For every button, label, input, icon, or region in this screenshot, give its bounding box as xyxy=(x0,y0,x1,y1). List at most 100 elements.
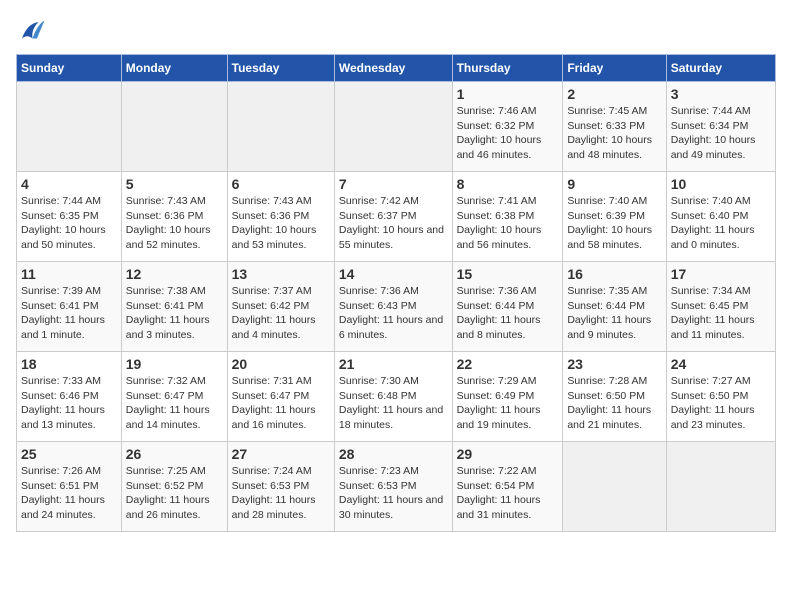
day-number: 24 xyxy=(671,356,771,372)
day-number: 11 xyxy=(21,266,117,282)
calendar-cell: 20 Sunrise: 7:31 AMSunset: 6:47 PMDayligh… xyxy=(227,352,334,442)
day-info: Sunrise: 7:22 AMSunset: 6:54 PMDaylight:… xyxy=(457,464,559,523)
calendar-cell: 14Sunrise: 7:36 AMSunset: 6:43 PMDayligh… xyxy=(334,262,452,352)
weekday-header-row: SundayMondayTuesdayWednesdayThursdayFrid… xyxy=(17,55,776,82)
calendar-cell xyxy=(121,82,227,172)
calendar-cell: 21 Sunrise: 7:30 AMSunset: 6:48 PMDayligh… xyxy=(334,352,452,442)
calendar-cell xyxy=(334,82,452,172)
calendar-header: SundayMondayTuesdayWednesdayThursdayFrid… xyxy=(17,55,776,82)
weekday-sunday: Sunday xyxy=(17,55,122,82)
calendar-cell: 16Sunrise: 7:35 AMSunset: 6:44 PMDayligh… xyxy=(563,262,666,352)
day-info: Sunrise: 7:40 AMSunset: 6:39 PMDaylight:… xyxy=(567,194,661,253)
weekday-tuesday: Tuesday xyxy=(227,55,334,82)
calendar-week-4: 25 Sunrise: 7:26 AMSunset: 6:51 PMDayligh… xyxy=(17,442,776,532)
calendar-cell: 9 Sunrise: 7:40 AMSunset: 6:39 PMDaylight… xyxy=(563,172,666,262)
calendar-cell: 8 Sunrise: 7:41 AMSunset: 6:38 PMDaylight… xyxy=(452,172,563,262)
day-number: 2 xyxy=(567,86,661,102)
day-info: Sunrise: 7:28 AMSunset: 6:50 PMDaylight:… xyxy=(567,374,661,433)
day-info: Sunrise: 7:26 AMSunset: 6:51 PMDaylight:… xyxy=(21,464,117,523)
day-number: 19 xyxy=(126,356,223,372)
day-number: 13 xyxy=(232,266,330,282)
calendar-cell: 28 Sunrise: 7:23 AMSunset: 6:53 PMDayligh… xyxy=(334,442,452,532)
day-info: Sunrise: 7:45 AMSunset: 6:33 PMDaylight:… xyxy=(567,104,661,163)
day-info: Sunrise: 7:43 AMSunset: 6:36 PMDaylight:… xyxy=(126,194,223,253)
calendar-cell: 4 Sunrise: 7:44 AMSunset: 6:35 PMDaylight… xyxy=(17,172,122,262)
weekday-friday: Friday xyxy=(563,55,666,82)
day-info: Sunrise: 7:27 AMSunset: 6:50 PMDaylight:… xyxy=(671,374,771,433)
calendar-cell: 24 Sunrise: 7:27 AMSunset: 6:50 PMDayligh… xyxy=(666,352,775,442)
day-number: 18 xyxy=(21,356,117,372)
day-number: 9 xyxy=(567,176,661,192)
calendar-cell: 11 Sunrise: 7:39 AMSunset: 6:41 PMDayligh… xyxy=(17,262,122,352)
day-info: Sunrise: 7:34 AMSunset: 6:45 PMDaylight:… xyxy=(671,284,771,343)
calendar-cell xyxy=(666,442,775,532)
day-info: Sunrise: 7:37 AMSunset: 6:42 PMDaylight:… xyxy=(232,284,330,343)
day-number: 7 xyxy=(339,176,448,192)
day-info: Sunrise: 7:44 AMSunset: 6:35 PMDaylight:… xyxy=(21,194,117,253)
day-number: 29 xyxy=(457,446,559,462)
calendar-cell xyxy=(227,82,334,172)
logo-icon xyxy=(16,16,46,46)
calendar-cell: 18 Sunrise: 7:33 AMSunset: 6:46 PMDayligh… xyxy=(17,352,122,442)
day-info: Sunrise: 7:36 AMSunset: 6:44 PMDaylight:… xyxy=(457,284,559,343)
weekday-wednesday: Wednesday xyxy=(334,55,452,82)
weekday-saturday: Saturday xyxy=(666,55,775,82)
calendar-table: SundayMondayTuesdayWednesdayThursdayFrid… xyxy=(16,54,776,532)
day-info: Sunrise: 7:38 AMSunset: 6:41 PMDaylight:… xyxy=(126,284,223,343)
calendar-cell: 25 Sunrise: 7:26 AMSunset: 6:51 PMDayligh… xyxy=(17,442,122,532)
day-info: Sunrise: 7:43 AMSunset: 6:36 PMDaylight:… xyxy=(232,194,330,253)
day-number: 20 xyxy=(232,356,330,372)
day-info: Sunrise: 7:39 AMSunset: 6:41 PMDaylight:… xyxy=(21,284,117,343)
calendar-cell: 3 Sunrise: 7:44 AMSunset: 6:34 PMDaylight… xyxy=(666,82,775,172)
calendar-cell: 23 Sunrise: 7:28 AMSunset: 6:50 PMDayligh… xyxy=(563,352,666,442)
day-info: Sunrise: 7:25 AMSunset: 6:52 PMDaylight:… xyxy=(126,464,223,523)
day-number: 10 xyxy=(671,176,771,192)
day-number: 26 xyxy=(126,446,223,462)
day-number: 6 xyxy=(232,176,330,192)
day-number: 12 xyxy=(126,266,223,282)
day-number: 5 xyxy=(126,176,223,192)
calendar-cell: 7Sunrise: 7:42 AMSunset: 6:37 PMDaylight… xyxy=(334,172,452,262)
day-number: 28 xyxy=(339,446,448,462)
day-info: Sunrise: 7:46 AMSunset: 6:32 PMDaylight:… xyxy=(457,104,559,163)
calendar-cell: 19 Sunrise: 7:32 AMSunset: 6:47 PMDayligh… xyxy=(121,352,227,442)
day-number: 1 xyxy=(457,86,559,102)
page-header xyxy=(16,16,776,46)
calendar-cell: 27 Sunrise: 7:24 AMSunset: 6:53 PMDayligh… xyxy=(227,442,334,532)
day-info: Sunrise: 7:33 AMSunset: 6:46 PMDaylight:… xyxy=(21,374,117,433)
day-number: 22 xyxy=(457,356,559,372)
day-number: 23 xyxy=(567,356,661,372)
day-info: Sunrise: 7:36 AMSunset: 6:43 PMDaylight:… xyxy=(339,284,448,343)
calendar-cell: 22 Sunrise: 7:29 AMSunset: 6:49 PMDayligh… xyxy=(452,352,563,442)
calendar-cell: 15 Sunrise: 7:36 AMSunset: 6:44 PMDayligh… xyxy=(452,262,563,352)
calendar-cell: 17 Sunrise: 7:34 AMSunset: 6:45 PMDayligh… xyxy=(666,262,775,352)
day-number: 8 xyxy=(457,176,559,192)
day-info: Sunrise: 7:29 AMSunset: 6:49 PMDaylight:… xyxy=(457,374,559,433)
day-number: 15 xyxy=(457,266,559,282)
calendar-cell xyxy=(563,442,666,532)
day-number: 16 xyxy=(567,266,661,282)
day-number: 25 xyxy=(21,446,117,462)
day-number: 17 xyxy=(671,266,771,282)
calendar-cell: 29 Sunrise: 7:22 AMSunset: 6:54 PMDayligh… xyxy=(452,442,563,532)
calendar-cell: 10Sunrise: 7:40 AMSunset: 6:40 PMDayligh… xyxy=(666,172,775,262)
weekday-monday: Monday xyxy=(121,55,227,82)
day-info: Sunrise: 7:31 AMSunset: 6:47 PMDaylight:… xyxy=(232,374,330,433)
calendar-cell: 2 Sunrise: 7:45 AMSunset: 6:33 PMDaylight… xyxy=(563,82,666,172)
day-info: Sunrise: 7:24 AMSunset: 6:53 PMDaylight:… xyxy=(232,464,330,523)
day-number: 21 xyxy=(339,356,448,372)
day-info: Sunrise: 7:41 AMSunset: 6:38 PMDaylight:… xyxy=(457,194,559,253)
day-number: 27 xyxy=(232,446,330,462)
day-info: Sunrise: 7:32 AMSunset: 6:47 PMDaylight:… xyxy=(126,374,223,433)
day-info: Sunrise: 7:44 AMSunset: 6:34 PMDaylight:… xyxy=(671,104,771,163)
calendar-week-2: 11 Sunrise: 7:39 AMSunset: 6:41 PMDayligh… xyxy=(17,262,776,352)
day-number: 3 xyxy=(671,86,771,102)
calendar-cell: 13 Sunrise: 7:37 AMSunset: 6:42 PMDayligh… xyxy=(227,262,334,352)
day-number: 4 xyxy=(21,176,117,192)
calendar-week-0: 1 Sunrise: 7:46 AMSunset: 6:32 PMDaylight… xyxy=(17,82,776,172)
calendar-week-3: 18 Sunrise: 7:33 AMSunset: 6:46 PMDayligh… xyxy=(17,352,776,442)
calendar-cell: 6 Sunrise: 7:43 AMSunset: 6:36 PMDaylight… xyxy=(227,172,334,262)
day-info: Sunrise: 7:23 AMSunset: 6:53 PMDaylight:… xyxy=(339,464,448,523)
calendar-cell: 26 Sunrise: 7:25 AMSunset: 6:52 PMDayligh… xyxy=(121,442,227,532)
day-info: Sunrise: 7:30 AMSunset: 6:48 PMDaylight:… xyxy=(339,374,448,433)
